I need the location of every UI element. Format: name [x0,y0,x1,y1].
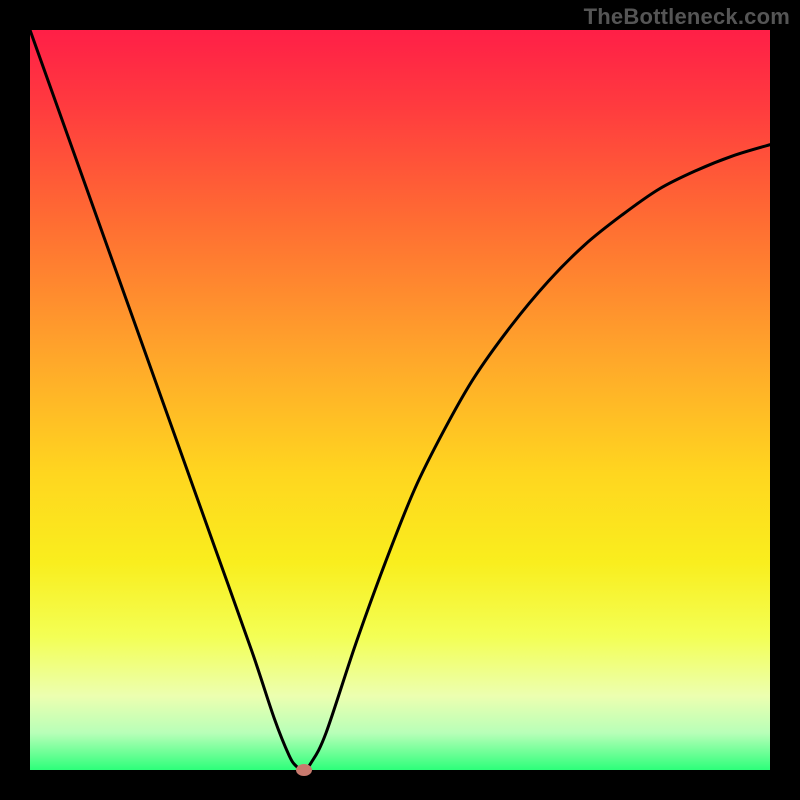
watermark-text: TheBottleneck.com [584,4,790,30]
chart-frame: TheBottleneck.com [0,0,800,800]
optimal-point-dot [296,764,312,776]
plot-area [30,30,770,770]
bottleneck-curve [30,30,770,770]
